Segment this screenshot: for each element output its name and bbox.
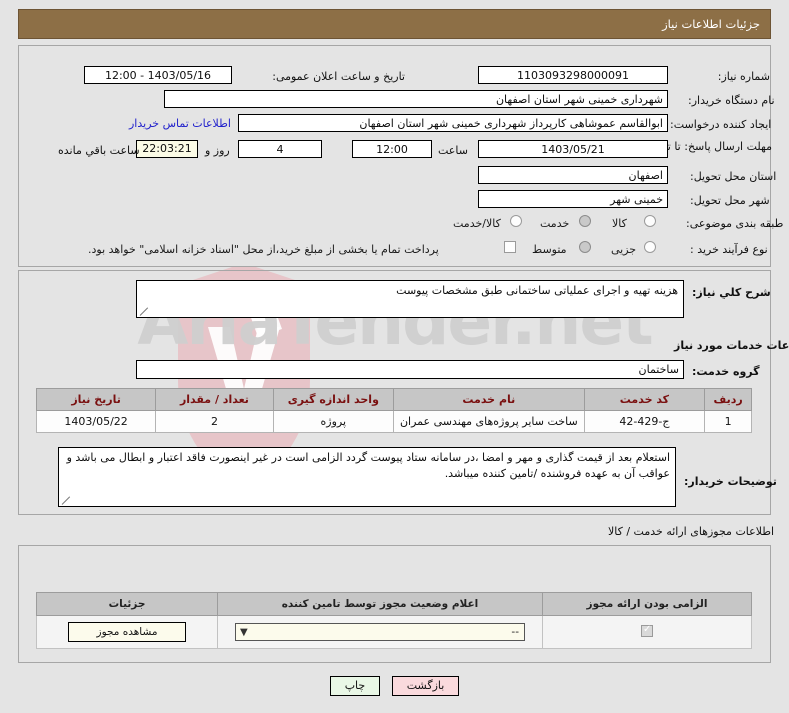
buyer-contact-link[interactable]: اطلاعات تماس خریدار [129,117,231,130]
deadline-date-value: 1403/05/21 [478,140,668,158]
cell-row-number: 1 [704,410,752,433]
cell-service-code: ج-429-42 [583,410,706,433]
summary-textarea[interactable]: هزینه تهیه و اجرای عملیاتی ساختمانی طبق … [136,280,684,318]
col-quantity: تعداد / مقدار [155,388,274,411]
buyer-notes-text: استعلام بعد از قیمت گذاری و مهر و امضا ،… [66,451,670,480]
cell-permit-required [542,615,752,649]
view-permit-button[interactable]: مشاهده مجوز [68,622,186,642]
radio-category-kala[interactable] [644,215,656,227]
page-root: AriaTender.net جزئیات اطلاعات نیاز شماره… [0,0,789,713]
cell-unit: پروژه [272,410,394,433]
purchase-process-label: نوع فرآیند خرید : [690,243,768,256]
announce-datetime-label: تاریخ و ساعت اعلان عمومی: [272,70,405,83]
delivery-province-label: استان محل تحویل: [690,170,777,183]
radio-process-motavaset[interactable] [579,241,591,253]
summary-label: شرح كلي نياز: [692,286,771,299]
treasury-bond-checkbox[interactable] [504,241,516,253]
table-row: 1 ج-429-42 ساخت سایر پروژه‌های مهندسی عم… [35,410,752,433]
col-row-number: ردیف [704,388,752,411]
col-permit-required: الزامی بودن ارائه مجوز [542,592,752,616]
permits-section-title: اطلاعات مجوزهای ارائه خدمت / کالا [608,525,775,538]
col-unit: واحد اندازه گیری [272,388,394,411]
delivery-province-value: اصفهان [478,166,668,184]
service-group-value: ساختمان [136,360,684,379]
back-button[interactable]: بازگشت [391,676,460,696]
buyer-org-label: نام دستگاه خریدار: [688,94,775,107]
need-number-label: شماره نیاز: [717,70,770,83]
permits-table-header-row: الزامی بودن ارائه مجوز اعلام وضعیت مجوز … [36,592,752,616]
buyer-notes-textarea[interactable]: استعلام بعد از قیمت گذاری و مهر و امضا ،… [58,447,676,507]
col-permit-details: جزئیات [36,592,218,616]
footer-button-row: بازگشت چاپ [0,676,789,696]
hour-label: ساعت [438,144,468,157]
remaining-days-value: 4 [238,140,322,158]
permit-status-value: -- [511,626,519,638]
resize-grip-icon[interactable] [139,307,149,317]
page-title: جزئیات اطلاعات نیاز [18,9,771,39]
countdown-timer: 22:03:21 [136,140,198,158]
items-table-header-row: ردیف کد خدمت نام خدمت واحد اندازه گیری ت… [35,388,752,411]
radio-category-kala-khedmat-label: کالا/خدمت [453,217,501,230]
request-creator-value: ابوالقاسم عموشاهی کارپرداز شهرداری خمینی… [238,114,668,132]
delivery-city-value: خمینی شهر [478,190,668,208]
service-group-label: گروه خدمت: [692,365,760,378]
permit-status-dropdown[interactable]: ▼ -- [235,623,525,641]
radio-process-jozi[interactable] [644,241,656,253]
delivery-city-label: شهر محل تحویل: [690,194,770,207]
cell-permit-status: ▼ -- [217,615,543,649]
remaining-hours-label: ساعت باقي مانده [58,144,140,157]
radio-category-khedmat[interactable] [579,215,591,227]
items-table: ردیف کد خدمت نام خدمت واحد اندازه گیری ت… [35,388,752,433]
radio-process-motavaset-label: متوسط [532,243,567,256]
radio-category-kala-khedmat[interactable] [510,215,522,227]
print-button[interactable]: چاپ [329,676,381,696]
summary-text: هزینه تهیه و اجرای عملیاتی ساختمانی طبق … [396,284,678,297]
treasury-bond-label: پرداخت تمام یا بخشی از مبلغ خرید،از محل … [88,243,439,256]
table-row: ▼ -- مشاهده مجوز [36,615,752,649]
buyer-org-value: شهرداری خمینی شهر استان اصفهان [164,90,668,108]
radio-category-khedmat-label: خدمت [540,217,570,230]
col-service-code: کد خدمت [583,388,706,411]
days-label: روز و [205,144,230,157]
chevron-down-icon: ▼ [240,627,248,638]
cell-permit-details: مشاهده مجوز [36,615,218,649]
deadline-hour-value: 12:00 [352,140,432,158]
buyer-notes-label: توضیحات خریدار: [684,475,777,488]
announce-datetime-value: 1403/05/16 - 12:00 [84,66,232,84]
permit-required-checkbox [641,624,653,637]
cell-quantity: 2 [155,410,274,433]
cell-need-date: 1403/05/22 [35,410,157,433]
radio-category-kala-label: کالا [612,217,627,230]
cell-service-name: ساخت سایر پروژه‌های مهندسی عمران [392,410,585,433]
resize-grip-icon[interactable] [61,496,71,506]
response-deadline-label: مهلت ارسال پاسخ: تا تاریخ: [645,140,772,153]
col-need-date: تاریخ نیاز [35,388,157,411]
radio-process-jozi-label: جزیی [611,243,637,256]
request-creator-label: ایجاد کننده درخواست: [670,118,772,131]
subject-category-label: طبقه بندی موضوعی: [686,217,784,230]
services-info-title: اطلاعات خدمات مورد نیاز [674,339,789,352]
permits-table: الزامی بودن ارائه مجوز اعلام وضعیت مجوز … [36,592,752,649]
col-permit-status: اعلام وضعیت مجوز توسط تامین کننده [217,592,543,616]
col-service-name: نام خدمت [392,388,585,411]
need-number-value: 1103093298000091 [478,66,668,84]
